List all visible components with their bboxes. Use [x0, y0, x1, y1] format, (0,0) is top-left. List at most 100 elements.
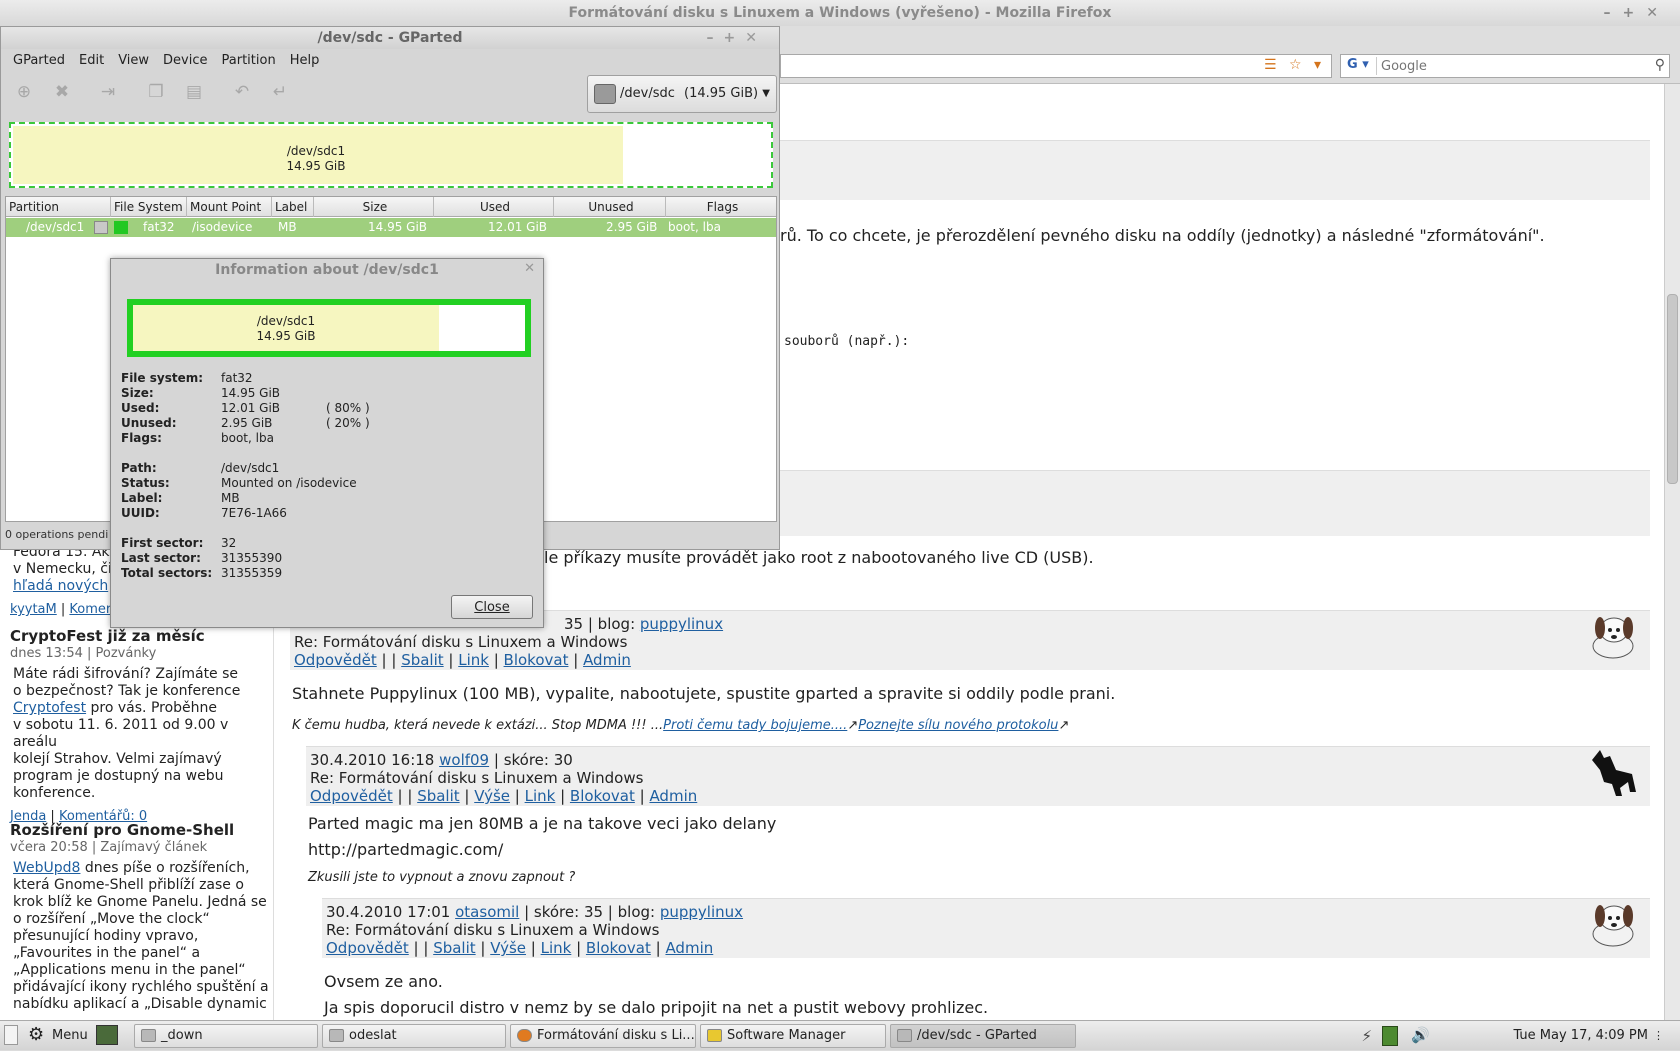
reply-link[interactable]: Odpovědět	[326, 939, 409, 957]
block-link[interactable]: Blokovat	[570, 787, 635, 805]
collapse-link[interactable]: Sbalit	[401, 651, 443, 669]
show-desktop-button[interactable]	[4, 1025, 18, 1045]
cell-label: MB	[278, 220, 297, 234]
menu-gparted[interactable]: GParted	[1, 49, 72, 73]
info-value: 32	[221, 536, 237, 550]
close-icon[interactable]: ✕	[524, 261, 535, 276]
cell-flags: boot, lba	[668, 220, 721, 234]
block-link[interactable]: Blokovat	[586, 939, 651, 957]
comment-date: 30.4.2010 16:18	[310, 751, 435, 769]
undo-icon[interactable]: ↶	[231, 81, 253, 103]
signature-link[interactable]: Poznejte sílu nového protokolu	[858, 718, 1058, 733]
menu-device[interactable]: Device	[156, 49, 214, 73]
reply-link[interactable]: Odpovědět	[294, 651, 377, 669]
col-partition[interactable]: Partition	[6, 197, 111, 217]
col-used[interactable]: Used	[434, 197, 554, 217]
col-unused[interactable]: Unused	[554, 197, 666, 217]
window-controls[interactable]: –+✕	[707, 27, 767, 49]
resize-move-icon[interactable]: ⇥	[97, 81, 119, 103]
comment-user-link[interactable]: otasomil	[455, 903, 519, 921]
webupd8-link[interactable]: WebUpd8	[13, 860, 80, 876]
col-size[interactable]: Size	[314, 197, 434, 217]
collapse-link[interactable]: Sbalit	[433, 939, 475, 957]
comment-blog-link[interactable]: puppylinux	[660, 903, 743, 921]
collapse-link[interactable]: Sbalit	[417, 787, 459, 805]
device-selector[interactable]: /dev/sdc (14.95 GiB) ▼	[587, 75, 777, 113]
close-button[interactable]: Close	[451, 595, 533, 619]
delete-icon[interactable]: ✖	[51, 81, 73, 103]
cell-partition: /dev/sdc1	[26, 220, 85, 234]
comment-subject: Re: Formátování disku s Linuxem a Window…	[294, 633, 628, 651]
menu-button[interactable]: ⚙ Menu	[26, 1021, 88, 1051]
partition-map[interactable]: /dev/sdc1 14.95 GiB	[9, 122, 773, 188]
col-label[interactable]: Label	[272, 197, 314, 217]
filesystem-color-icon	[114, 221, 128, 234]
reply-link[interactable]: Odpovědět	[310, 787, 393, 805]
gparted-titlebar: /dev/sdc - GParted –+✕	[1, 27, 779, 49]
search-box[interactable]: G ▾ ⚲	[1340, 54, 1670, 78]
news-link[interactable]: hľadá nových	[13, 578, 108, 594]
partition-row[interactable]: /dev/sdc1 fat32 /isodevice MB 14.95 GiB …	[6, 218, 776, 237]
parent-link[interactable]: Výše	[490, 939, 526, 957]
tray-handle[interactable]: ⋮	[1653, 1021, 1664, 1051]
task-software-manager[interactable]: Software Manager	[700, 1024, 886, 1048]
menu-edit[interactable]: Edit	[72, 49, 111, 73]
block-link[interactable]: Blokovat	[504, 651, 569, 669]
info-label: Size:	[121, 386, 154, 400]
col-filesystem[interactable]: File System	[111, 197, 187, 217]
parent-link[interactable]: Výše	[474, 787, 510, 805]
info-map-size: 14.95 GiB	[256, 329, 316, 343]
rss-icon[interactable]: ☰ ☆ ▾	[1264, 57, 1325, 73]
task-down[interactable]: _down	[134, 1024, 318, 1048]
copy-icon[interactable]: ❐	[145, 81, 167, 103]
comment-blog-link[interactable]: puppylinux	[640, 615, 723, 633]
permalink[interactable]: Link	[525, 787, 556, 805]
admin-link[interactable]: Admin	[649, 787, 697, 805]
task-odeslat[interactable]: odeslat	[322, 1024, 506, 1048]
signature-link[interactable]: Proti čemu tady bojujeme....	[663, 718, 847, 733]
google-icon[interactable]: G ▾	[1343, 57, 1377, 75]
info-value: boot, lba	[221, 431, 274, 445]
apply-icon[interactable]: ↵	[269, 81, 291, 103]
menu-help[interactable]: Help	[283, 49, 327, 73]
permalink[interactable]: Link	[541, 939, 572, 957]
news-title[interactable]: Rozšíření pro Gnome-Shell	[10, 822, 272, 839]
admin-link[interactable]: Admin	[583, 651, 631, 669]
cell-unused: 2.95 GiB	[606, 220, 658, 234]
news-title[interactable]: CryptoFest již za měsíc	[10, 628, 272, 645]
scrollbar-thumb[interactable]	[1667, 294, 1678, 484]
clock[interactable]: Tue May 17, 4:09 PM	[1513, 1021, 1648, 1051]
news-text: dnes píše o rozšířeních,	[80, 860, 250, 876]
news-text: pro vás. Proběhne	[86, 700, 218, 716]
update-manager-icon[interactable]	[1382, 1026, 1398, 1046]
window-controls[interactable]: –+✕	[1604, 0, 1670, 26]
task-firefox[interactable]: Formátování disku s Li...	[510, 1024, 696, 1048]
new-partition-icon[interactable]: ⊕	[13, 81, 35, 103]
permalink[interactable]: Link	[458, 651, 489, 669]
task-label: /dev/sdc - GParted	[917, 1028, 1037, 1043]
admin-link[interactable]: Admin	[665, 939, 713, 957]
news-comments-link[interactable]: Komer	[69, 602, 111, 617]
cell-mountpoint: /isodevice	[192, 220, 253, 234]
col-mountpoint[interactable]: Mount Point	[187, 197, 272, 217]
magnifier-icon[interactable]: ⚲	[1655, 57, 1665, 73]
terminal-icon[interactable]	[96, 1025, 118, 1045]
col-flags[interactable]: Flags	[666, 197, 776, 217]
cryptofest-link[interactable]: Cryptofest	[13, 700, 86, 716]
partition-map-name: /dev/sdc1	[286, 144, 346, 158]
network-icon[interactable]: ⚡	[1361, 1027, 1372, 1045]
volume-icon[interactable]: 🔊	[1411, 1026, 1430, 1044]
menu-view[interactable]: View	[111, 49, 156, 73]
comment-user-link[interactable]: wolf09	[439, 751, 489, 769]
task-gparted[interactable]: /dev/sdc - GParted	[890, 1024, 1076, 1048]
news-author-link[interactable]: kyytaM	[10, 602, 57, 617]
search-input[interactable]	[1381, 57, 1631, 75]
info-label: UUID:	[121, 506, 160, 520]
url-bar[interactable]: ☰ ☆ ▾	[780, 54, 1332, 78]
page-scrollbar[interactable]	[1664, 84, 1680, 1020]
menu-partition[interactable]: Partition	[215, 49, 283, 73]
comment-body: Stahnete Puppylinux (100 MB), vypalite, …	[292, 684, 1116, 703]
news-text: přidávající ikony rychlého spuštění a	[13, 979, 269, 995]
comment-link-text: http://partedmagic.com/	[308, 840, 504, 859]
paste-icon[interactable]: ▤	[183, 81, 205, 103]
